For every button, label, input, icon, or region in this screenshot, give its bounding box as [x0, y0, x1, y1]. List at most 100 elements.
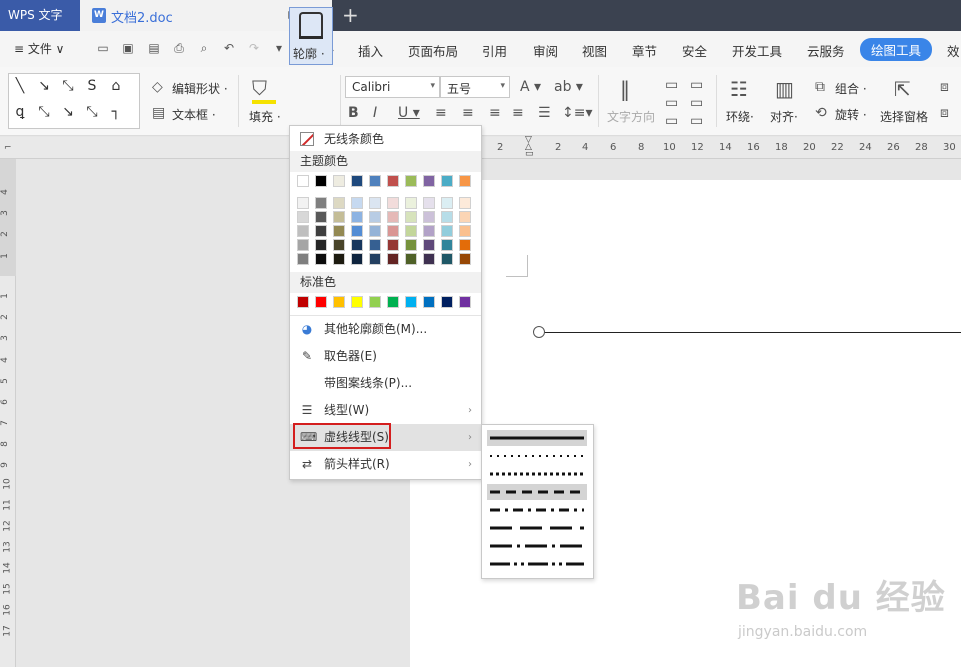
curve-shape-icon[interactable]: S	[84, 78, 100, 94]
standard-color-swatch[interactable]	[333, 296, 345, 308]
align-icon[interactable]: ▥	[775, 77, 794, 101]
tab-drawing-tools[interactable]: 绘图工具	[860, 38, 933, 61]
theme-shade-swatch[interactable]	[297, 225, 309, 237]
theme-shade-swatch[interactable]	[423, 239, 435, 251]
tab-cloud-service[interactable]: 云服务	[807, 41, 845, 60]
text-box-link-icon[interactable]: ▭	[690, 95, 703, 111]
tab-effects[interactable]: 效	[947, 41, 960, 60]
font-color-icon[interactable]: A ▾	[520, 79, 541, 95]
theme-shade-swatch[interactable]	[369, 253, 381, 265]
freeform-shape-icon[interactable]: ⌂	[108, 78, 124, 94]
standard-color-swatch[interactable]	[423, 296, 435, 308]
theme-shade-swatch[interactable]	[459, 211, 471, 223]
app-tab[interactable]: WPS 文字	[0, 0, 80, 31]
theme-shade-swatch[interactable]	[459, 239, 471, 251]
arrow-connector-icon[interactable]: ↘	[60, 104, 76, 120]
theme-shade-swatch[interactable]	[369, 197, 381, 209]
theme-shade-swatch[interactable]	[441, 253, 453, 265]
theme-shade-swatch[interactable]	[387, 253, 399, 265]
theme-shade-swatch[interactable]	[369, 211, 381, 223]
theme-shade-swatch[interactable]	[441, 197, 453, 209]
italic-icon[interactable]: I	[373, 105, 377, 121]
theme-color-swatch[interactable]	[351, 175, 363, 187]
theme-color-swatch[interactable]	[315, 175, 327, 187]
standard-color-swatch[interactable]	[351, 296, 363, 308]
justify-icon[interactable]: ≡	[512, 105, 524, 121]
theme-shade-swatch[interactable]	[369, 225, 381, 237]
align-center-icon[interactable]: ≡	[462, 105, 474, 121]
line-spacing-icon[interactable]: ↕≡▾	[562, 105, 593, 121]
text-fit-icon[interactable]: ▭	[690, 113, 703, 129]
text-box-button[interactable]: 文本框 ·	[172, 106, 216, 123]
group-icon[interactable]: ⧉	[815, 79, 825, 95]
theme-shade-swatch[interactable]	[297, 253, 309, 265]
theme-shade-swatch[interactable]	[423, 253, 435, 265]
theme-shade-swatch[interactable]	[297, 239, 309, 251]
more-colors-item[interactable]: ◕ 其他轮廓颜色(M)...	[290, 316, 481, 343]
align-text-top-icon[interactable]: ▭	[665, 77, 678, 93]
theme-shade-swatch[interactable]	[315, 197, 327, 209]
theme-color-swatch[interactable]	[333, 175, 345, 187]
theme-shade-swatch[interactable]	[351, 211, 363, 223]
standard-color-swatch[interactable]	[387, 296, 399, 308]
bring-forward-icon[interactable]: ⧈	[940, 79, 949, 95]
line-shape-icon[interactable]: ╲	[12, 78, 28, 94]
fill-bucket-icon[interactable]: ⛉	[252, 76, 267, 100]
theme-shade-swatch[interactable]	[441, 211, 453, 223]
text-box-icon[interactable]: ▤	[152, 105, 165, 121]
group-button[interactable]: 组合 ·	[835, 80, 867, 97]
theme-shade-swatch[interactable]	[333, 225, 345, 237]
preview-icon[interactable]: ⌕	[197, 41, 211, 55]
wrap-icon[interactable]: ☷	[730, 77, 748, 101]
theme-shade-swatch[interactable]	[423, 197, 435, 209]
theme-shade-swatch[interactable]	[405, 211, 417, 223]
tab-review[interactable]: 审阅	[533, 41, 558, 60]
theme-color-swatch[interactable]	[441, 175, 453, 187]
tab-insert[interactable]: 插入	[358, 41, 383, 60]
send-backward-icon[interactable]: ⧈	[940, 105, 949, 121]
theme-shade-swatch[interactable]	[405, 225, 417, 237]
save-icon[interactable]: ▣	[121, 41, 135, 55]
tab-page-layout[interactable]: 页面布局	[408, 41, 458, 60]
tab-stop-icon[interactable]: ⌐	[4, 143, 12, 153]
align-text-bottom-icon[interactable]: ▭	[665, 95, 678, 111]
theme-shade-swatch[interactable]	[405, 253, 417, 265]
align-button[interactable]: 对齐·	[770, 108, 798, 125]
tab-sections[interactable]: 章节	[632, 41, 657, 60]
theme-shade-swatch[interactable]	[459, 197, 471, 209]
theme-shade-swatch[interactable]	[423, 225, 435, 237]
theme-color-swatch[interactable]	[459, 175, 471, 187]
dash-style-round-dot[interactable]	[487, 448, 587, 464]
theme-shade-swatch[interactable]	[333, 211, 345, 223]
dash-style-dash-dot[interactable]	[487, 502, 587, 518]
rotate-icon[interactable]: ⟲	[815, 105, 827, 121]
theme-shade-swatch[interactable]	[315, 225, 327, 237]
theme-color-swatch[interactable]	[405, 175, 417, 187]
dash-style-long-dash-dot-dot[interactable]	[487, 556, 587, 572]
theme-shade-swatch[interactable]	[459, 253, 471, 265]
theme-shade-swatch[interactable]	[351, 197, 363, 209]
arrow-shape-icon[interactable]: ↘	[36, 78, 52, 94]
text-direction-button[interactable]: 文字方向	[607, 108, 655, 125]
theme-shade-swatch[interactable]	[333, 253, 345, 265]
redo-icon[interactable]: ↷	[247, 41, 261, 55]
theme-shade-swatch[interactable]	[315, 253, 327, 265]
theme-color-swatch[interactable]	[369, 175, 381, 187]
outline-button[interactable]: 轮廓 ·	[289, 7, 333, 65]
selection-pane-icon[interactable]: ⇱	[894, 77, 911, 101]
distribute-icon[interactable]: ☰	[538, 105, 551, 121]
theme-shade-swatch[interactable]	[351, 225, 363, 237]
dash-style-dash[interactable]	[487, 484, 587, 500]
pattern-line-item[interactable]: 带图案线条(P)...	[290, 370, 481, 397]
dash-style-solid[interactable]	[487, 430, 587, 446]
double-arrow-shape-icon[interactable]: ⤡	[60, 78, 76, 94]
theme-shade-swatch[interactable]	[405, 239, 417, 251]
line-shape[interactable]	[539, 332, 961, 333]
undo-icon[interactable]: ↶	[222, 41, 236, 55]
bold-icon[interactable]: B	[348, 105, 359, 121]
elbow-connector-icon[interactable]: ┐	[108, 104, 124, 120]
tab-security[interactable]: 安全	[682, 41, 707, 60]
edit-shape-button[interactable]: 编辑形状 ·	[172, 80, 228, 97]
align-right-icon[interactable]: ≡	[489, 105, 501, 121]
underline-icon[interactable]: U ▾	[398, 105, 420, 121]
